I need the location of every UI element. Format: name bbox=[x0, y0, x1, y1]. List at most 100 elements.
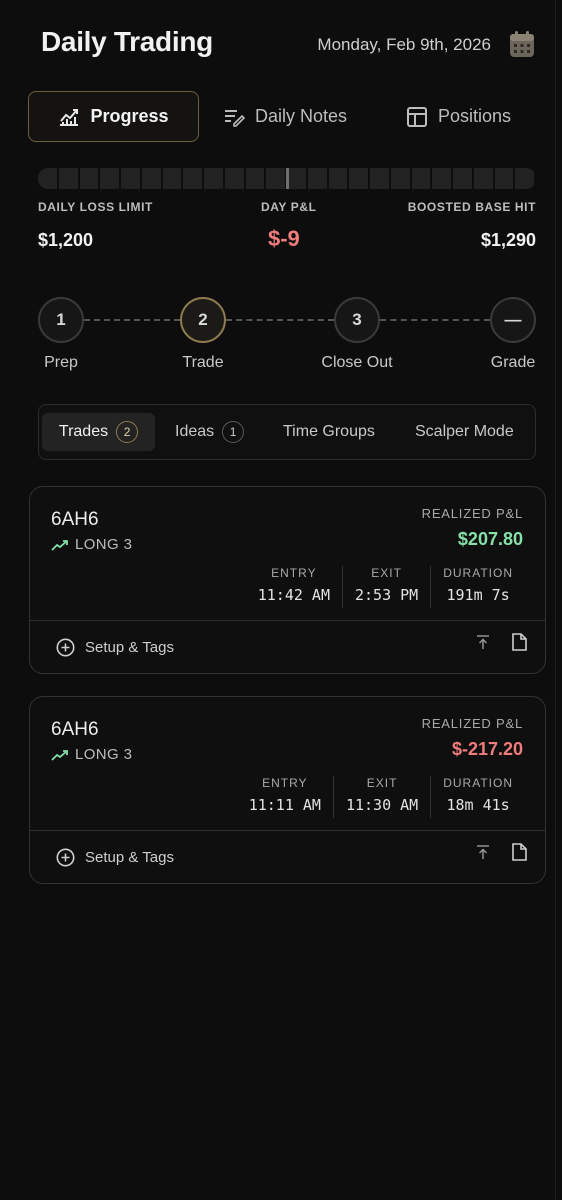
progress-segment bbox=[494, 168, 516, 189]
step-connector bbox=[380, 319, 490, 321]
page-header: Daily Trading Monday, Feb 9th, 2026 bbox=[41, 24, 535, 64]
duration-column: DURATION 18m 41s bbox=[430, 776, 525, 818]
duration-value: 18m 41s bbox=[446, 796, 510, 814]
subtab-scalper-mode[interactable]: Scalper Mode bbox=[415, 413, 514, 451]
setup-tags-button[interactable]: Setup & Tags bbox=[56, 638, 174, 657]
duration-label: DURATION bbox=[443, 776, 513, 790]
subtab-ideas-label: Ideas bbox=[175, 423, 215, 440]
progress-segment bbox=[515, 168, 536, 189]
subtab-ideas[interactable]: Ideas 1 bbox=[175, 413, 245, 451]
ideas-count-badge: 1 bbox=[222, 421, 245, 443]
exit-column: EXIT 2:53 PM bbox=[342, 566, 430, 608]
boosted-base-hit-label: BOOSTED BASE HIT bbox=[407, 200, 536, 214]
subtab-trades[interactable]: Trades 2 bbox=[42, 413, 155, 451]
trade-side: LONG 3 bbox=[51, 536, 132, 553]
card-divider bbox=[30, 620, 545, 621]
step-close-out-label: Close Out bbox=[321, 354, 393, 371]
tab-positions[interactable]: Positions bbox=[406, 91, 511, 142]
card-divider bbox=[30, 830, 545, 831]
realized-pnl-label: REALIZED P&L bbox=[421, 716, 523, 731]
entry-column: ENTRY 11:11 AM bbox=[237, 776, 333, 818]
setup-tags-button[interactable]: Setup & Tags bbox=[56, 848, 174, 867]
exit-time: 11:30 AM bbox=[345, 796, 419, 814]
trade-times: ENTRY 11:42 AM EXIT 2:53 PM DURATION 191… bbox=[246, 566, 525, 608]
main-tabs: Progress Daily Notes Positions bbox=[28, 91, 556, 142]
trade-symbol: 6AH6 bbox=[51, 719, 99, 740]
entry-time: 11:42 AM bbox=[257, 586, 330, 604]
entry-label: ENTRY bbox=[271, 566, 317, 580]
step-prep-circle[interactable]: 1 bbox=[38, 297, 84, 343]
trend-up-icon bbox=[51, 539, 68, 551]
tab-daily-notes[interactable]: Daily Notes bbox=[223, 91, 347, 142]
progress-segment bbox=[328, 168, 350, 189]
exit-column: EXIT 11:30 AM bbox=[332, 776, 430, 818]
stats-row: DAILY LOSS LIMIT $1,200 DAY P&L $-9 BOOS… bbox=[38, 200, 536, 260]
setup-tags-label: Setup & Tags bbox=[85, 639, 174, 656]
step-connector bbox=[84, 319, 180, 321]
trade-side-label: LONG 3 bbox=[75, 746, 133, 763]
progress-segment bbox=[390, 168, 412, 189]
loss-limit-label: DAILY LOSS LIMIT bbox=[38, 200, 153, 214]
loss-limit-progress-bar bbox=[38, 168, 536, 189]
page-title: Daily Trading bbox=[41, 26, 213, 57]
trade-symbol: 6AH6 bbox=[51, 509, 99, 530]
step-grade-circle[interactable]: — bbox=[490, 297, 536, 343]
table-icon bbox=[407, 106, 427, 127]
setup-tags-label: Setup & Tags bbox=[85, 849, 174, 866]
trend-up-icon bbox=[51, 749, 68, 761]
duration-value: 191m 7s bbox=[446, 586, 510, 604]
progress-segment bbox=[224, 168, 246, 189]
duration-column: DURATION 191m 7s bbox=[430, 566, 525, 608]
step-prep-label: Prep bbox=[44, 354, 78, 371]
document-icon[interactable] bbox=[511, 843, 527, 861]
progress-segment bbox=[38, 168, 59, 189]
progress-segment bbox=[266, 168, 287, 189]
realized-pnl-label: REALIZED P&L bbox=[421, 506, 523, 521]
progress-segment bbox=[58, 168, 80, 189]
step-close-out-circle[interactable]: 3 bbox=[334, 297, 380, 343]
plus-circle-icon bbox=[56, 848, 75, 867]
day-pnl-value: $-9 bbox=[268, 226, 300, 251]
progress-segment bbox=[411, 168, 433, 189]
share-icon[interactable] bbox=[475, 634, 491, 650]
progress-segment bbox=[100, 168, 121, 189]
trade-card[interactable]: 6AH6 LONG 3 REALIZED P&L $-217.20 ENTRY … bbox=[29, 696, 546, 884]
progress-segment bbox=[204, 168, 225, 189]
exit-time: 2:53 PM bbox=[355, 586, 419, 604]
day-pnl-label: DAY P&L bbox=[261, 200, 317, 214]
date-label: Monday, Feb 9th, 2026 bbox=[317, 35, 491, 54]
progress-segment bbox=[162, 168, 184, 189]
step-connector bbox=[226, 319, 334, 321]
document-icon[interactable] bbox=[511, 633, 527, 651]
progress-segment bbox=[287, 168, 308, 189]
progress-segment bbox=[141, 168, 163, 189]
tab-progress-label: Progress bbox=[90, 106, 169, 126]
tab-progress[interactable]: Progress bbox=[28, 91, 199, 142]
progress-segment bbox=[245, 168, 267, 189]
calendar-icon[interactable] bbox=[509, 30, 535, 58]
step-trade-label: Trade bbox=[182, 354, 224, 371]
trade-side: LONG 3 bbox=[51, 746, 132, 763]
progress-segment bbox=[349, 168, 370, 189]
trade-times: ENTRY 11:11 AM EXIT 11:30 AM DURATION 18… bbox=[237, 776, 525, 818]
realized-pnl-value: $-217.20 bbox=[451, 739, 523, 759]
subtab-time-groups[interactable]: Time Groups bbox=[283, 413, 375, 451]
notes-pen-icon bbox=[225, 109, 245, 127]
progress-segment bbox=[121, 168, 142, 189]
chart-line-icon bbox=[60, 108, 79, 126]
tab-daily-notes-label: Daily Notes bbox=[255, 106, 348, 126]
app-frame: Daily Trading Monday, Feb 9th, 2026 Prog… bbox=[0, 0, 556, 1200]
loss-limit-value: $1,200 bbox=[38, 230, 94, 250]
entry-column: ENTRY 11:42 AM bbox=[246, 566, 342, 608]
realized-pnl-value: $207.80 bbox=[457, 529, 523, 549]
workflow-stepper: 1 Prep 2 Trade 3 Close Out — Grade bbox=[38, 297, 536, 377]
share-icon[interactable] bbox=[475, 844, 491, 860]
plus-circle-icon bbox=[56, 638, 75, 657]
exit-label: EXIT bbox=[371, 566, 402, 580]
trades-subtabs: Trades 2 Ideas 1 Time Groups Scalper Mod… bbox=[38, 404, 536, 460]
subtab-scalper-mode-label: Scalper Mode bbox=[415, 423, 514, 440]
step-trade-circle[interactable]: 2 bbox=[180, 297, 226, 343]
trade-card[interactable]: 6AH6 LONG 3 REALIZED P&L $207.80 ENTRY 1… bbox=[29, 486, 546, 674]
subtab-time-groups-label: Time Groups bbox=[283, 423, 375, 440]
progress-segment bbox=[370, 168, 391, 189]
